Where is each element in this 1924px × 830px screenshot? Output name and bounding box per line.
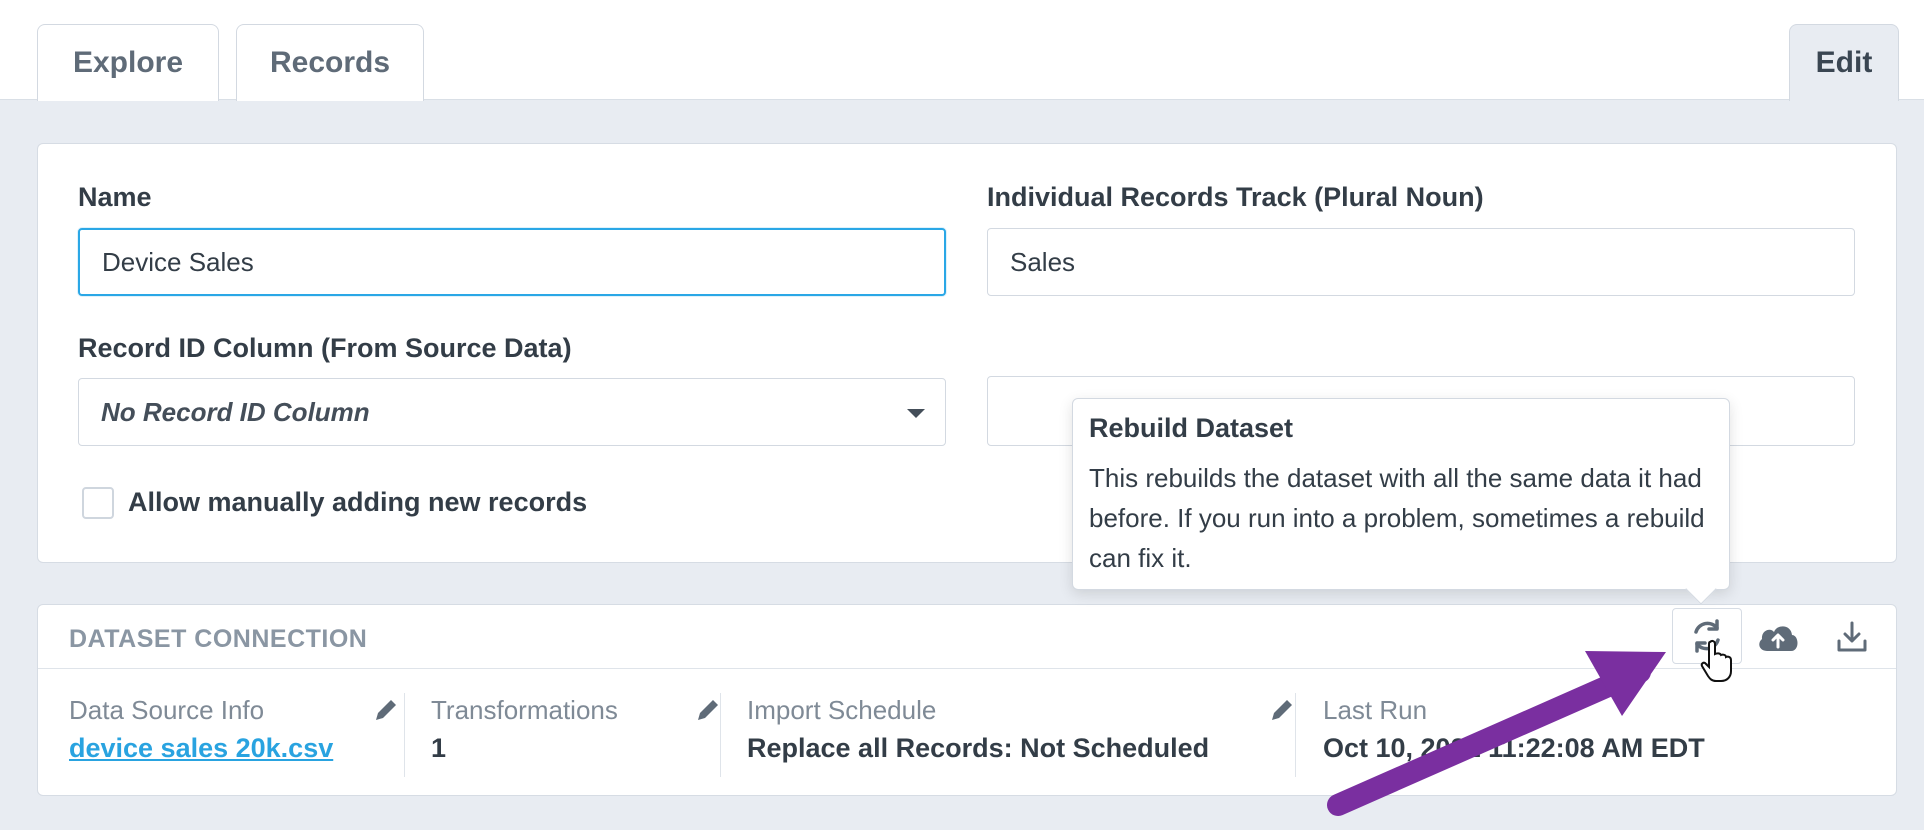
edit-pencil-icon[interactable]	[371, 695, 401, 725]
records-track-input[interactable]: Sales	[987, 228, 1855, 296]
chevron-down-icon	[907, 409, 925, 418]
download-button[interactable]	[1824, 613, 1880, 661]
edit-pencil-icon[interactable]	[693, 695, 723, 725]
last-run-value: Oct 10, 2021 11:22:08 AM EDT	[1323, 733, 1705, 763]
import-schedule-column: Import Schedule Replace all Records: Not…	[747, 671, 1307, 797]
allow-manual-label: Allow manually adding new records	[128, 487, 588, 517]
column-divider	[404, 693, 405, 777]
data-source-caption: Data Source Info	[69, 695, 265, 725]
cloud-upload-icon	[1759, 626, 1798, 651]
edit-pencil-icon[interactable]	[1267, 695, 1297, 725]
last-run-caption: Last Run	[1323, 695, 1428, 725]
tab-explore[interactable]: Explore	[37, 24, 219, 101]
upload-button[interactable]	[1750, 613, 1806, 661]
rebuild-button[interactable]	[1672, 608, 1742, 664]
transformations-column: Transformations 1	[431, 671, 731, 797]
tooltip-title: Rebuild Dataset	[1089, 413, 1294, 443]
data-source-link[interactable]: device sales 20k.csv	[69, 733, 333, 764]
rebuild-tooltip: Rebuild Dataset This rebuilds the datase…	[1072, 398, 1730, 590]
tooltip-body: This rebuilds the dataset with all the s…	[1089, 463, 1705, 573]
record-id-select[interactable]: No Record ID Column	[78, 378, 946, 446]
record-id-label: Record ID Column (From Source Data)	[78, 333, 572, 363]
download-icon	[1837, 621, 1867, 652]
transformations-caption: Transformations	[431, 695, 618, 725]
records-track-label: Individual Records Track (Plural Noun)	[987, 182, 1484, 212]
connection-header: DATASET CONNECTION	[38, 605, 1896, 669]
name-input[interactable]: Device Sales	[78, 228, 946, 296]
column-divider	[1295, 693, 1296, 777]
data-source-column: Data Source Info device sales 20k.csv	[69, 671, 399, 797]
tab-edit[interactable]: Edit	[1789, 24, 1899, 101]
last-run-column: Last Run Oct 10, 2021 11:22:08 AM EDT	[1323, 671, 1883, 797]
allow-manual-checkbox[interactable]	[82, 487, 114, 519]
connection-title: DATASET CONNECTION	[69, 625, 368, 653]
record-id-select-value: No Record ID Column	[101, 396, 370, 427]
import-schedule-value: Replace all Records: Not Scheduled	[747, 733, 1210, 763]
tab-bar: Explore Records Edit	[0, 0, 1924, 101]
import-schedule-caption: Import Schedule	[747, 695, 937, 725]
column-divider	[720, 693, 721, 777]
dataset-connection-panel: DATASET CONNECTION Data Source Info devi…	[37, 604, 1897, 796]
name-label: Name	[78, 182, 152, 212]
tab-records[interactable]: Records	[236, 24, 424, 101]
transformations-value: 1	[431, 733, 447, 763]
refresh-icon	[1694, 619, 1720, 653]
